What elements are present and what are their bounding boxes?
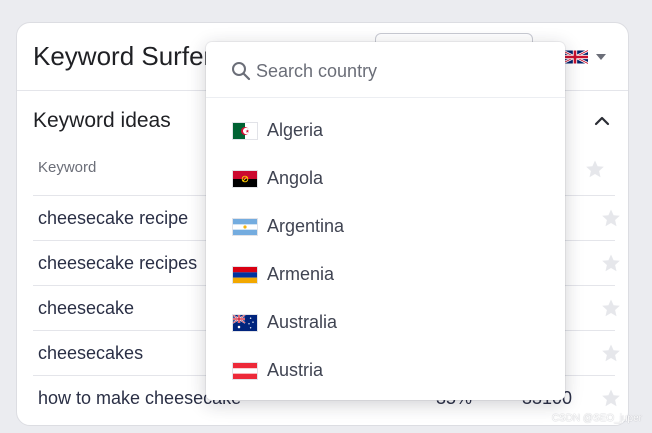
section-title: Keyword ideas <box>33 109 171 132</box>
country-name: Algeria <box>267 120 324 140</box>
country-option-austria[interactable]: Austria <box>206 347 565 395</box>
country-option-armenia[interactable]: Armenia <box>206 251 565 299</box>
keyword-link[interactable]: cheesecake <box>38 298 134 319</box>
column-header-keyword: Keyword <box>38 159 97 176</box>
country-option-australia[interactable]: Australia <box>206 299 565 347</box>
search-icon <box>232 62 251 81</box>
country-name: Australia <box>267 312 338 332</box>
country-search-input[interactable] <box>256 56 546 86</box>
country-dropdown: Algeria Angola Argentina Armenia <box>206 42 565 400</box>
app-title: Keyword Surfer <box>33 41 213 71</box>
country-option-algeria[interactable]: Algeria <box>206 107 565 155</box>
star-icon[interactable] <box>601 253 621 273</box>
argentina-flag-icon <box>232 218 258 236</box>
keyword-link[interactable]: cheesecakes <box>38 343 143 364</box>
austria-flag-icon <box>232 362 258 380</box>
armenia-flag-icon <box>232 266 258 284</box>
star-icon[interactable] <box>601 388 621 408</box>
chevron-up-icon[interactable] <box>591 110 613 132</box>
angola-flag-icon <box>232 170 258 188</box>
country-search <box>206 42 565 98</box>
country-name: Angola <box>267 168 324 188</box>
watermark: CSDN @SEO_juper <box>551 413 642 424</box>
star-icon[interactable] <box>601 343 621 363</box>
star-icon[interactable] <box>601 298 621 318</box>
country-option-angola[interactable]: Angola <box>206 155 565 203</box>
country-name: Austria <box>267 360 324 380</box>
keyword-link[interactable]: cheesecake recipe <box>38 208 188 229</box>
algeria-flag-icon <box>232 122 258 140</box>
uk-flag-icon <box>562 49 588 65</box>
keyword-link[interactable]: cheesecake recipes <box>38 253 197 274</box>
country-name: Argentina <box>267 216 345 236</box>
chevron-down-icon <box>596 54 606 60</box>
star-icon[interactable] <box>601 208 621 228</box>
star-icon[interactable] <box>585 159 605 179</box>
country-option-argentina[interactable]: Argentina <box>206 203 565 251</box>
country-name: Armenia <box>267 264 335 284</box>
country-selector-button[interactable] <box>562 44 612 70</box>
australia-flag-icon <box>232 314 258 332</box>
